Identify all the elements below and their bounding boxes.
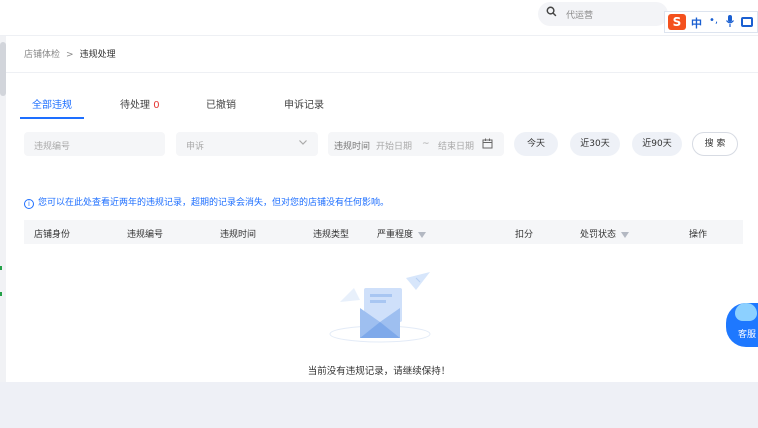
tab-all-violations[interactable]: 全部违规 [32,96,72,111]
ime-punct-icon[interactable]: •, [709,15,718,26]
breadcrumb-current: 违规处理 [79,50,116,60]
search-button[interactable]: 搜 索 [692,132,738,156]
microphone-icon[interactable] [725,14,735,31]
breadcrumb: 店铺体检 > 违规处理 [24,47,116,60]
chevron-down-icon [298,137,308,150]
empty-state-text: 当前没有违规记录，请继续保持！ [307,366,451,377]
filter-icon[interactable] [418,232,427,238]
last-30-days-button[interactable]: 近30天 [570,132,620,156]
col-header: 店铺身份 [34,230,71,240]
table-header: 店铺身份 违规编号 违规时间 违规类型 严重程度 扣分 处罚状态 操作 [24,220,743,244]
global-search[interactable]: 代运营 [538,2,668,26]
keyboard-icon[interactable] [741,17,753,27]
tab-revoked[interactable]: 已撤销 [206,96,236,111]
info-text: 您可以在此处查看近两年的违规记录，超期的记录会消失，但对您的店铺没有任何影响。 [38,198,390,208]
col-header: 违规时间 [220,230,257,240]
tab-label: 全部违规 [32,100,72,111]
tab-label: 申诉记录 [284,100,324,111]
range-separator: ~ [422,139,430,149]
customer-service-label: 客服 [738,330,757,340]
tab-appeal-records[interactable]: 申诉记录 [284,96,324,111]
col-header-label: 处罚状态 [580,230,617,240]
input-placeholder: 违规编号 [34,142,71,152]
date-range-picker[interactable]: 违规时间 开始日期 ~ 结束日期 [328,132,504,156]
ime-logo-icon[interactable]: S [668,14,686,30]
empty-state-illustration [320,266,440,344]
last-90-days-button[interactable]: 近90天 [632,132,682,156]
side-indicator [0,266,2,270]
left-scrollbar[interactable] [0,36,6,382]
start-date-input[interactable]: 开始日期 [376,139,412,152]
violation-no-input[interactable]: 违规编号 [24,132,165,156]
ime-lang-toggle[interactable]: 中 [691,15,702,31]
top-bar: 代运营 [0,0,758,36]
col-header-severity: 严重程度 [377,227,427,240]
col-header-label: 严重程度 [377,230,414,240]
tab-count: 0 [153,100,160,111]
tab-label: 已撤销 [206,100,236,111]
col-header: 违规类型 [313,230,350,240]
info-icon: i [24,199,34,209]
tab-pending[interactable]: 待处理 0 [120,96,160,111]
today-button[interactable]: 今天 [514,132,558,156]
col-header: 违规编号 [127,230,164,240]
customer-service-button[interactable]: 客服 [726,303,758,347]
scrollbar-thumb[interactable] [0,42,6,96]
calendar-icon[interactable] [482,138,493,152]
end-date-input[interactable]: 结束日期 [438,139,474,152]
search-icon [546,6,557,20]
search-placeholder: 代运营 [566,11,594,21]
appeal-select[interactable]: 申诉 [176,132,318,156]
filter-icon[interactable] [621,232,630,238]
ime-toolbar[interactable]: S 中 •, [664,11,758,33]
active-tab-indicator [20,117,84,119]
date-label: 违规时间 [334,142,371,152]
col-header: 扣分 [515,230,534,240]
info-notice: i 您可以在此处查看近两年的违规记录，超期的记录会消失，但对您的店铺没有任何影响。 [24,195,389,209]
page-footer [0,382,758,428]
breadcrumb-parent[interactable]: 店铺体检 [24,50,60,60]
divider [6,72,758,73]
mascot-icon [735,303,757,321]
col-header: 操作 [689,230,708,240]
tab-label: 待处理 [120,100,150,111]
side-indicator [0,292,2,296]
col-header-status: 处罚状态 [580,227,630,240]
select-value: 申诉 [186,142,205,152]
breadcrumb-separator: > [66,50,74,60]
